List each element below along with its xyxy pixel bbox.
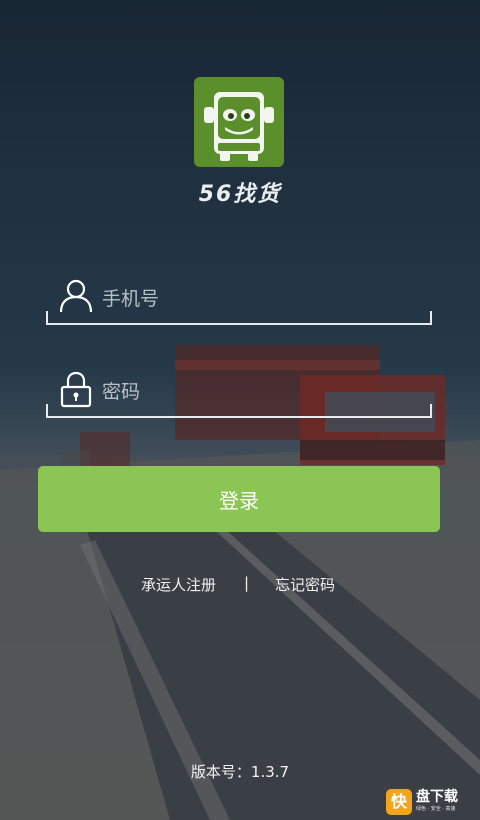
watermark-subtitle: 绿色 · 安全 · 高速	[416, 806, 456, 812]
watermark-badge: 快	[386, 789, 412, 815]
watermark-title: 盘下载	[416, 789, 458, 805]
user-icon	[59, 279, 93, 313]
app-logo	[194, 77, 284, 167]
app-name: 56找货	[198, 182, 282, 207]
register-link[interactable]: 承运人注册	[141, 574, 216, 595]
password-field[interactable]	[46, 368, 432, 418]
link-separator: |	[244, 574, 250, 592]
version-label: 版本号：1.3.7	[190, 763, 290, 781]
phone-field[interactable]	[46, 275, 432, 325]
account-links: 承运人注册 | 忘记密码	[0, 574, 480, 598]
lock-icon	[60, 371, 92, 408]
watermark-logo: 快 盘下载 绿色 · 安全 · 高速	[386, 786, 478, 818]
phone-input[interactable]	[100, 281, 424, 317]
password-input[interactable]	[100, 374, 424, 410]
truck-face-icon	[204, 92, 274, 161]
forgot-password-link[interactable]: 忘记密码	[275, 574, 335, 595]
login-button[interactable]: 登录	[38, 466, 440, 532]
